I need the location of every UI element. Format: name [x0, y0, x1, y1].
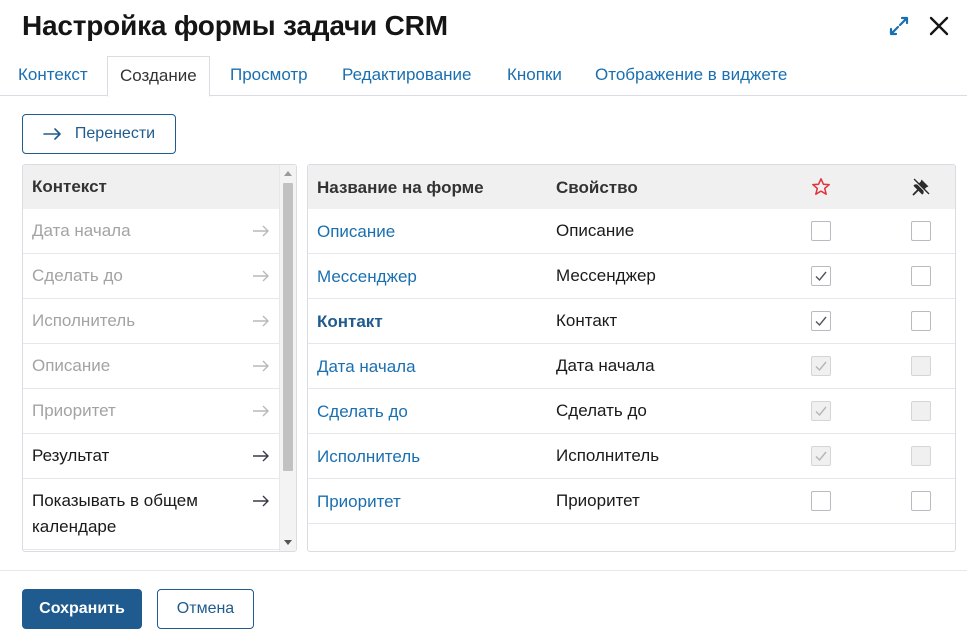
- expand-arrows-icon[interactable]: [887, 14, 911, 38]
- list-item-label: Приоритет: [32, 401, 116, 420]
- checkmark-icon: [815, 316, 827, 327]
- arrow-right-icon: [253, 405, 269, 417]
- context-list-header: Контекст: [23, 165, 281, 209]
- arrow-right-icon: [253, 360, 269, 372]
- table-row: Описание Описание: [308, 209, 955, 254]
- pin-checkbox: [911, 446, 931, 466]
- table-header: Название на форме Свойство: [308, 165, 955, 209]
- field-name-link[interactable]: Мессенджер: [317, 267, 417, 287]
- move-button[interactable]: Перенести: [22, 114, 176, 154]
- field-property: Контакт: [556, 311, 618, 330]
- tab-edit[interactable]: Редактирование: [342, 56, 472, 96]
- list-item-label: Сделать до: [32, 266, 123, 285]
- table-row: Мессенджер Мессенджер: [308, 254, 955, 299]
- list-item: Дата начала: [23, 209, 281, 254]
- list-item-label: Результат: [32, 446, 110, 465]
- star-icon: [812, 178, 830, 195]
- checkmark-icon: [815, 451, 827, 462]
- arrow-right-icon: [253, 270, 269, 282]
- context-fields-list: Контекст Дата начала Сделать до Исполнит…: [22, 164, 297, 552]
- form-fields-table: Название на форме Свойство Описание Опис…: [307, 164, 956, 552]
- pin-checkbox[interactable]: [911, 311, 931, 331]
- checkmark-icon: [815, 271, 827, 282]
- field-name-link[interactable]: Приоритет: [317, 492, 401, 512]
- field-name-link[interactable]: Сделать до: [317, 402, 408, 422]
- field-property: Приоритет: [556, 491, 640, 510]
- scroll-up-icon[interactable]: [284, 171, 292, 176]
- pin-checkbox: [911, 356, 931, 376]
- scroll-down-icon[interactable]: [284, 540, 292, 545]
- field-property: Мессенджер: [556, 266, 656, 285]
- pin-icon: [912, 178, 930, 196]
- close-icon[interactable]: [927, 14, 951, 38]
- field-property: Исполнитель: [556, 446, 660, 465]
- list-item: Приоритет: [23, 389, 281, 434]
- required-checkbox[interactable]: [811, 311, 831, 331]
- footer-divider: [0, 570, 967, 571]
- tab-view[interactable]: Просмотр: [230, 56, 308, 96]
- header-actions: [887, 14, 951, 38]
- arrow-right-icon[interactable]: [251, 446, 271, 466]
- list-item[interactable]: Показывать в общем календаре: [23, 479, 281, 550]
- list-item[interactable]: Результат: [23, 434, 281, 479]
- required-checkbox[interactable]: [811, 221, 831, 241]
- move-button-label: Перенести: [74, 125, 156, 142]
- checkmark-icon: [815, 406, 827, 417]
- pin-checkbox: [911, 401, 931, 421]
- column-header-property: Свойство: [556, 178, 638, 197]
- list-item: Исполнитель: [23, 299, 281, 344]
- tab-bar: Контекст Создание Просмотр Редактировани…: [0, 56, 967, 97]
- arrow-right-icon: [43, 128, 61, 140]
- required-checkbox[interactable]: [811, 491, 831, 511]
- list-item-label: Дата начала: [32, 221, 131, 240]
- tab-buttons[interactable]: Кнопки: [507, 56, 562, 96]
- pin-checkbox[interactable]: [911, 491, 931, 511]
- tab-create[interactable]: Создание: [107, 56, 210, 97]
- field-name-link[interactable]: Контакт: [317, 312, 383, 332]
- pin-checkbox[interactable]: [911, 266, 931, 286]
- scrollbar[interactable]: [279, 165, 296, 551]
- tab-context[interactable]: Контекст: [18, 56, 88, 96]
- table-row: Приоритет Приоритет: [308, 479, 955, 524]
- list-item: Сделать до: [23, 254, 281, 299]
- field-property: Описание: [556, 221, 635, 240]
- pin-checkbox[interactable]: [911, 221, 931, 241]
- list-item-label: Показывать в общем календаре: [32, 491, 198, 536]
- list-item-label: Исполнитель: [32, 311, 136, 330]
- list-item: Описание: [23, 344, 281, 389]
- checkmark-icon: [815, 361, 827, 372]
- cancel-button[interactable]: Отмена: [157, 589, 254, 629]
- required-checkbox: [811, 446, 831, 466]
- scroll-thumb[interactable]: [283, 183, 293, 471]
- table-row: Контакт Контакт: [308, 299, 955, 344]
- save-button[interactable]: Сохранить: [22, 589, 142, 629]
- field-name-link[interactable]: Описание: [317, 222, 395, 242]
- required-checkbox: [811, 401, 831, 421]
- required-checkbox: [811, 356, 831, 376]
- arrow-right-icon[interactable]: [251, 491, 271, 511]
- required-checkbox[interactable]: [811, 266, 831, 286]
- table-row: Дата начала Дата начала: [308, 344, 955, 389]
- dialog-title: Настройка формы задачи CRM: [22, 10, 448, 41]
- arrow-right-icon: [253, 225, 269, 237]
- table-row: Исполнитель Исполнитель: [308, 434, 955, 479]
- table-row: Сделать до Сделать до: [308, 389, 955, 434]
- arrow-right-icon: [253, 315, 269, 327]
- list-item-label: Описание: [32, 356, 111, 375]
- field-property: Дата начала: [556, 356, 655, 375]
- field-name-link[interactable]: Дата начала: [317, 357, 416, 377]
- field-name-link[interactable]: Исполнитель: [317, 447, 420, 467]
- tab-widget-display[interactable]: Отображение в виджете: [595, 56, 787, 96]
- column-header-form-name: Название на форме: [317, 178, 484, 197]
- field-property: Сделать до: [556, 401, 647, 420]
